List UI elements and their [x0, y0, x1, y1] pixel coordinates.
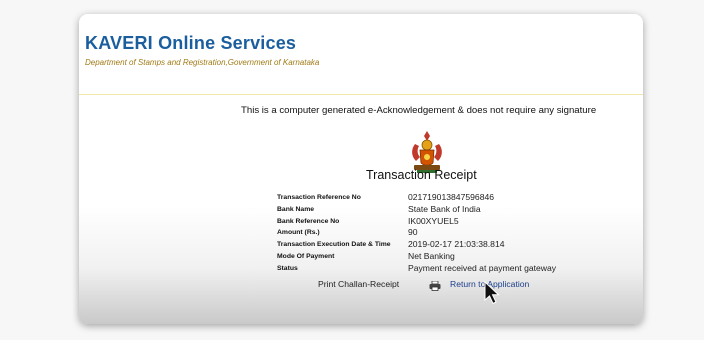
- table-row: Mode Of Payment Net Banking: [277, 251, 556, 263]
- field-value: IK00XYUEL5: [408, 215, 459, 226]
- printer-icon[interactable]: [429, 281, 441, 291]
- field-value: 2019-02-17 21:03:38.814: [408, 239, 505, 250]
- table-row: Transaction Reference No 021719013847596…: [277, 192, 556, 204]
- field-value: State Bank of India: [408, 203, 481, 214]
- field-value: Payment received at payment gateway: [408, 262, 557, 273]
- field-label: Status: [277, 264, 298, 272]
- table-row: Status Payment received at payment gatew…: [277, 263, 556, 275]
- receipt-panel: KAVERI Online Services Department of Sta…: [79, 14, 643, 324]
- field-value: 90: [408, 227, 418, 238]
- print-challan-receipt-label: Print Challan-Receipt: [318, 279, 400, 289]
- table-row: Amount (Rs.) 90: [277, 227, 556, 239]
- field-label: Amount (Rs.): [277, 229, 320, 237]
- page-title: KAVERI Online Services: [85, 33, 297, 53]
- field-label: Bank Reference No: [277, 217, 340, 225]
- field-value: 021719013847596846: [408, 192, 495, 202]
- header-divider: [79, 94, 643, 95]
- table-row: Bank Reference No IK00XYUEL5: [277, 216, 556, 228]
- transaction-details-table: Transaction Reference No 021719013847596…: [277, 192, 556, 275]
- receipt-title: Transaction Receipt: [366, 168, 477, 182]
- field-label: Transaction Reference No: [277, 194, 361, 201]
- acknowledgement-notice: This is a computer generated e-Acknowled…: [241, 105, 597, 116]
- field-label: Bank Name: [277, 205, 315, 213]
- department-subtitle: Department of Stamps and Registration,Go…: [85, 58, 320, 67]
- field-label: Transaction Execution Date & Time: [277, 241, 391, 249]
- field-label: Mode Of Payment: [277, 252, 335, 260]
- table-row: Transaction Execution Date & Time 2019-0…: [277, 239, 556, 251]
- table-row: Bank Name State Bank of India: [277, 204, 556, 216]
- field-value: Net Banking: [408, 250, 455, 261]
- mouse-cursor-icon: [484, 281, 500, 305]
